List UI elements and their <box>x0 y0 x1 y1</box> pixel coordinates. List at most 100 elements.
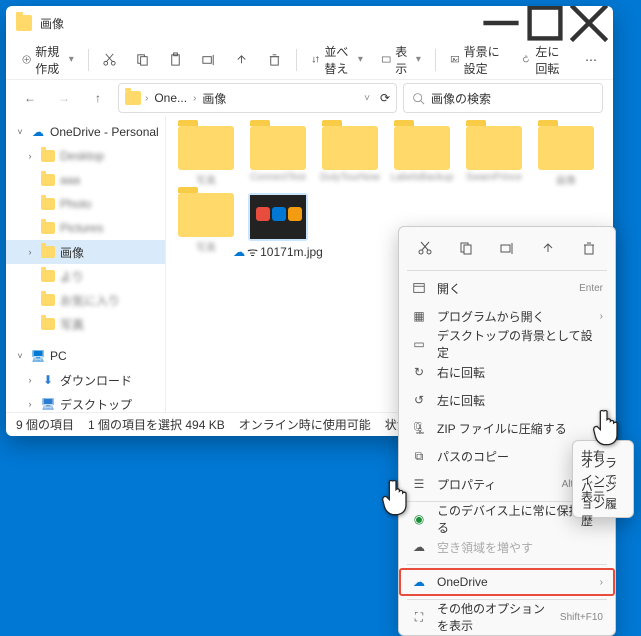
refresh-icon[interactable]: ⟳ <box>380 91 390 105</box>
titlebar: 画像 <box>6 6 613 40</box>
ctx-rotate-left[interactable]: ↺左に回転 <box>399 386 615 414</box>
sidebar-item[interactable]: ›Desktop <box>6 144 165 168</box>
setbg-button[interactable]: 背景に設定 <box>442 44 512 76</box>
chevron-down-icon[interactable]: ˅ <box>364 93 370 104</box>
folder-icon <box>322 126 378 170</box>
ctx-open[interactable]: 開くEnter <box>399 274 615 302</box>
sort-button[interactable]: 並べ替え▾ <box>303 44 371 76</box>
file-item[interactable]: DutyTourNow <box>318 126 382 187</box>
addressbar[interactable]: › One... › 画像 ˅ ⟳ <box>118 83 397 113</box>
close-button[interactable] <box>567 7 611 39</box>
paste-button[interactable] <box>160 44 191 76</box>
rename-button[interactable] <box>193 44 224 76</box>
folder-icon <box>466 126 522 170</box>
sidebar-item[interactable]: ›🖥デスクトップ <box>6 392 165 412</box>
sidebar-item[interactable]: お気に入り <box>6 288 165 312</box>
folder-icon <box>125 91 141 105</box>
status-count: 9 個の項目 <box>16 416 74 433</box>
breadcrumb-seg[interactable]: One... <box>152 89 189 107</box>
ctx-more-options[interactable]: ⛶その他のオプションを表示Shift+F10 <box>399 603 615 631</box>
chevron-right-icon: › <box>600 577 603 588</box>
rotleft-label: 左に回転 <box>535 43 567 77</box>
keep-icon: ◉ <box>411 511 427 527</box>
ctx-onedrive[interactable]: ☁OneDrive› <box>399 568 615 596</box>
file-item[interactable]: LabelsBackup <box>390 126 454 187</box>
folder-icon <box>40 172 56 188</box>
sidebar-onedrive[interactable]: ˅☁OneDrive - Personal <box>6 120 165 144</box>
folder-icon <box>40 220 56 236</box>
search-input[interactable]: 画像の検索 <box>403 83 603 113</box>
share-button[interactable] <box>534 235 562 261</box>
chevron-down-icon: ▾ <box>358 54 363 65</box>
sidebar-pc[interactable]: ˅🖥PC <box>6 344 165 368</box>
file-item[interactable]: 画像 <box>534 126 598 187</box>
separator <box>407 270 607 271</box>
view-button[interactable]: 表示 ▾ <box>373 44 429 76</box>
separator <box>88 49 89 71</box>
copy-button[interactable] <box>127 44 158 76</box>
sidebar-item[interactable]: 写真 <box>6 312 165 336</box>
open-icon <box>411 280 427 296</box>
sidebar: ˅☁OneDrive - Personal ›Desktop aaa Photo… <box>6 116 166 412</box>
maximize-button[interactable] <box>523 7 567 39</box>
status-selection: 1 個の項目を選択 494 KB <box>88 416 225 433</box>
file-item-selected[interactable]: ☁ᯤ10171m.jpg <box>246 193 310 260</box>
copy-button[interactable] <box>452 235 480 261</box>
folder-icon <box>250 126 306 170</box>
delete-button[interactable] <box>575 235 603 261</box>
sidebar-item[interactable]: ›⬇ダウンロード <box>6 368 165 392</box>
back-button[interactable]: ← <box>16 84 44 112</box>
window-title: 画像 <box>40 15 479 32</box>
separator <box>296 49 297 71</box>
file-item[interactable]: ConnectTest <box>246 126 310 187</box>
ctx-rotate-right[interactable]: ↻右に回転 <box>399 358 615 386</box>
file-item[interactable]: 写真 <box>174 126 238 187</box>
folder-icon <box>178 193 234 237</box>
desktop-icon: 🖥 <box>40 396 56 412</box>
new-button[interactable]: 新規作成 ▾ <box>14 44 82 76</box>
chevron-right-icon: › <box>600 311 603 322</box>
new-label: 新規作成 <box>35 43 65 77</box>
ctx-quick-actions <box>399 231 615 267</box>
cut-button[interactable] <box>94 44 125 76</box>
image-thumbnail <box>250 195 306 239</box>
sidebar-item[interactable]: Pictures <box>6 216 165 240</box>
folder-icon <box>40 316 56 332</box>
view-label: 表示 <box>395 43 412 77</box>
sidebar-item-current[interactable]: ›画像 <box>6 240 165 264</box>
folder-icon <box>16 15 32 31</box>
ctx-setbg[interactable]: ▭デスクトップの背景として設定 <box>399 330 615 358</box>
setbg-label: 背景に設定 <box>464 43 504 77</box>
more-icon: ⛶ <box>411 609 427 625</box>
ctx-zip[interactable]: 🗜ZIP ファイルに圧縮する <box>399 414 615 442</box>
up-button[interactable]: ↑ <box>84 84 112 112</box>
rename-button[interactable] <box>493 235 521 261</box>
sidebar-item[interactable]: aaa <box>6 168 165 192</box>
separator <box>435 49 436 71</box>
breadcrumb-seg[interactable]: 画像 <box>200 88 228 109</box>
submenu-version-history[interactable]: バージョン履歴 <box>573 491 633 515</box>
pointer-cursor-icon <box>590 408 624 448</box>
cloud-icon: ☁ <box>233 245 245 259</box>
forward-button[interactable]: → <box>50 84 78 112</box>
rotate-left-button[interactable]: 左に回転 <box>513 44 575 76</box>
share-button[interactable] <box>226 44 257 76</box>
zip-icon: 🗜 <box>411 420 427 436</box>
cut-button[interactable] <box>411 235 439 261</box>
chevron-right-icon: › <box>193 93 196 104</box>
folder-icon <box>40 292 56 308</box>
copypath-icon: ⧉ <box>411 448 427 464</box>
chevron-down-icon: ▾ <box>416 54 421 65</box>
sidebar-item[interactable]: Photo <box>6 192 165 216</box>
pointer-cursor-icon <box>379 478 413 518</box>
file-item[interactable]: SwamPrince <box>462 126 526 187</box>
more-button[interactable]: ⋯ <box>577 44 605 76</box>
share-icon: ᯤ <box>247 243 258 260</box>
sidebar-item[interactable]: より <box>6 264 165 288</box>
chevron-down-icon: ▾ <box>69 54 74 65</box>
delete-button[interactable] <box>259 44 290 76</box>
minimize-button[interactable] <box>479 7 523 39</box>
openwith-icon: ▦ <box>411 308 427 324</box>
ctx-openwith[interactable]: ▦プログラムから開く› <box>399 302 615 330</box>
file-item[interactable]: 写真 <box>174 193 238 260</box>
